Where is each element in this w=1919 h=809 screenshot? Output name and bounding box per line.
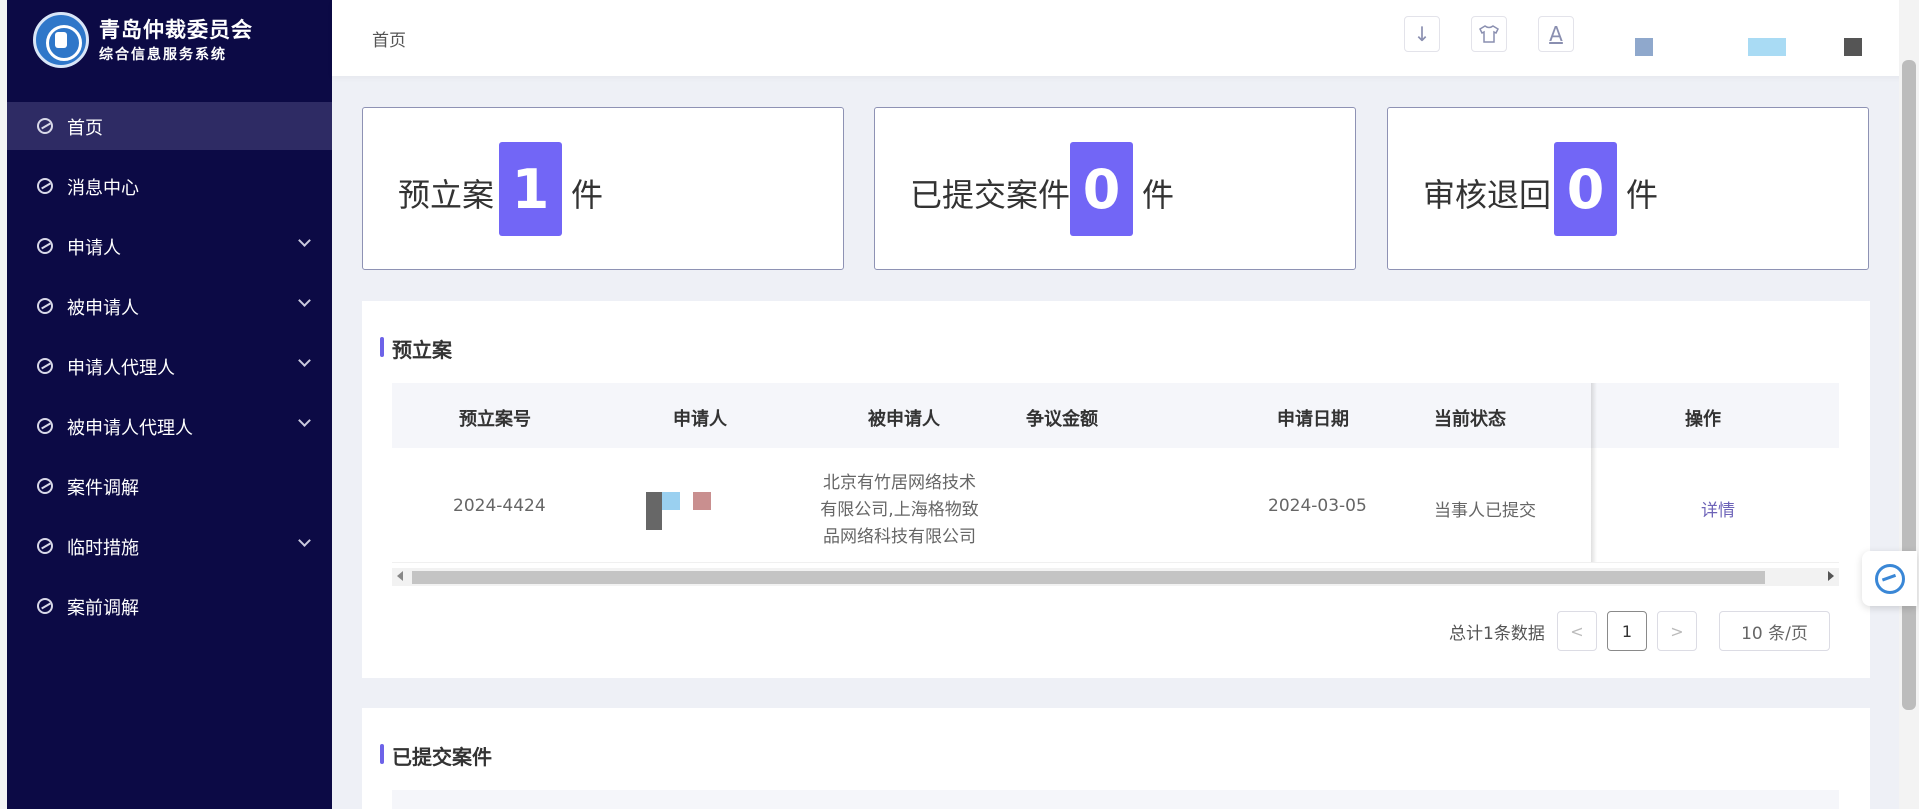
redacted-applicant-block	[646, 492, 662, 530]
table-header: 预立案号 申请人 被申请人 争议金额 申请日期 当前状态 操作	[392, 383, 1839, 448]
sidebar: 青岛仲裁委员会 综合信息服务系统 首页 消息中心 申请人 被申请人 申请人代理人	[7, 0, 332, 809]
floating-assistant-button[interactable]	[1862, 551, 1917, 606]
sidebar-item-label: 被申请人	[67, 298, 139, 319]
page-scrollbar-thumb[interactable]	[1902, 60, 1916, 710]
stat-value: 0	[1554, 142, 1617, 236]
next-page-button[interactable]: >	[1657, 611, 1697, 651]
menu-item-icon	[37, 238, 53, 254]
arbitration-emblem-icon	[33, 12, 89, 68]
sidebar-item-label: 申请人	[67, 238, 121, 259]
sidebar-item-label: 消息中心	[67, 178, 139, 199]
column-header-case-no: 预立案号	[459, 409, 531, 430]
stat-label: 已提交案件	[910, 176, 1071, 214]
logo: 青岛仲裁委员会 综合信息服务系统	[27, 12, 327, 72]
sidebar-item-respondent-agent[interactable]: 被申请人代理人	[7, 402, 332, 450]
scroll-right-arrow-icon[interactable]	[1828, 571, 1834, 581]
sidebar-item-respondent[interactable]: 被申请人	[7, 282, 332, 330]
pre-case-panel: 预立案 预立案号 申请人 被申请人 争议金额 申请日期 当前状态 操作 2024…	[362, 301, 1870, 678]
app-title: 青岛仲裁委员会	[99, 17, 253, 42]
sidebar-item-label: 首页	[67, 118, 103, 139]
page-number-button[interactable]: 1	[1607, 611, 1647, 651]
cell-case-no: 2024-4424	[453, 496, 546, 516]
user-name-placeholder[interactable]	[1748, 38, 1786, 56]
panel-title: 预立案	[380, 334, 452, 363]
menu-item-icon	[37, 598, 53, 614]
table-horizontal-scrollbar[interactable]	[392, 568, 1839, 586]
sidebar-item-interim-measures[interactable]: 临时措施	[7, 522, 332, 570]
font-size-icon[interactable]: A	[1538, 16, 1574, 52]
column-header-applicant: 申请人	[673, 409, 727, 430]
scroll-left-arrow-icon[interactable]	[397, 571, 403, 581]
chevron-down-icon	[298, 294, 311, 307]
stat-label: 预立案	[398, 176, 495, 214]
shirt-icon-svg	[1479, 25, 1499, 43]
sidebar-item-label: 被申请人代理人	[67, 418, 193, 439]
menu-item-icon	[37, 478, 53, 494]
window-left-edge	[0, 0, 7, 809]
menu-item-icon	[37, 118, 53, 134]
panel-title: 已提交案件	[380, 741, 492, 770]
page-size-select[interactable]: 10 条/页	[1719, 611, 1830, 651]
menu-item-icon	[37, 298, 53, 314]
redacted-applicant-block	[693, 492, 711, 510]
sidebar-item-case-mediation[interactable]: 案件调解	[7, 462, 332, 510]
stat-unit: 件	[571, 176, 604, 214]
top-header: 首页 ↓ A	[332, 0, 1919, 76]
horizontal-scroll-thumb[interactable]	[412, 571, 1765, 584]
logout-icon[interactable]	[1844, 38, 1862, 56]
sidebar-item-applicant-agent[interactable]: 申请人代理人	[7, 342, 332, 390]
stat-value: 0	[1070, 142, 1133, 236]
sidebar-item-label: 案件调解	[67, 478, 139, 499]
menu-item-icon	[37, 418, 53, 434]
user-avatar-placeholder[interactable]	[1635, 38, 1653, 56]
submitted-cases-panel: 已提交案件	[362, 708, 1870, 809]
app-subtitle: 综合信息服务系统	[99, 47, 227, 63]
menu-item-icon	[37, 538, 53, 554]
stat-value: 1	[499, 142, 562, 236]
stat-card-returned[interactable]: 审核退回 0 件	[1387, 107, 1869, 270]
cell-respondent: 北京有竹居网络技术有限公司,上海格物致品网络科技有限公司	[820, 473, 979, 547]
pagination-total: 总计1条数据	[1449, 624, 1545, 644]
breadcrumb: 首页	[372, 31, 406, 51]
stat-label: 审核退回	[1423, 176, 1552, 214]
sidebar-item-applicant[interactable]: 申请人	[7, 222, 332, 270]
column-header-status: 当前状态	[1434, 409, 1506, 430]
cell-date: 2024-03-05	[1268, 496, 1367, 516]
stat-card-submitted[interactable]: 已提交案件 0 件	[874, 107, 1356, 270]
sidebar-item-label: 临时措施	[67, 538, 139, 559]
table-row: 2024-4424 北京有竹居网络技术有限公司,上海格物致品网络科技有限公司 2…	[392, 448, 1839, 563]
column-header-amount: 争议金额	[1026, 409, 1098, 430]
cell-status: 当事人已提交	[1434, 501, 1536, 521]
chevron-down-icon	[298, 534, 311, 547]
sidebar-item-pre-case-mediation[interactable]: 案前调解	[7, 582, 332, 630]
redacted-applicant-block	[662, 492, 680, 510]
sidebar-menu: 首页 消息中心 申请人 被申请人 申请人代理人 被申请人代理人 案件调解 临时措…	[7, 102, 332, 642]
assistant-icon	[1875, 564, 1905, 594]
chevron-down-icon	[298, 354, 311, 367]
chevron-down-icon	[298, 234, 311, 247]
stat-unit: 件	[1142, 176, 1175, 214]
menu-item-icon	[37, 178, 53, 194]
stat-unit: 件	[1626, 176, 1659, 214]
table-header	[392, 790, 1839, 809]
column-header-action: 操作	[1685, 409, 1721, 430]
column-header-date: 申请日期	[1277, 409, 1349, 430]
column-header-respondent: 被申请人	[868, 409, 940, 430]
download-icon[interactable]: ↓	[1404, 16, 1440, 52]
stat-card-pre-case[interactable]: 预立案 1 件	[362, 107, 844, 270]
chevron-down-icon	[298, 414, 311, 427]
detail-link[interactable]: 详情	[1701, 496, 1735, 521]
sidebar-item-label: 案前调解	[67, 598, 139, 619]
sidebar-item-label: 申请人代理人	[67, 358, 175, 379]
menu-item-icon	[37, 358, 53, 374]
fixed-column-shadow	[1591, 448, 1597, 562]
theme-shirt-icon[interactable]	[1471, 16, 1507, 52]
sidebar-item-home[interactable]: 首页	[7, 102, 332, 150]
fixed-column-shadow	[1591, 383, 1597, 448]
prev-page-button[interactable]: <	[1557, 611, 1597, 651]
sidebar-item-messages[interactable]: 消息中心	[7, 162, 332, 210]
